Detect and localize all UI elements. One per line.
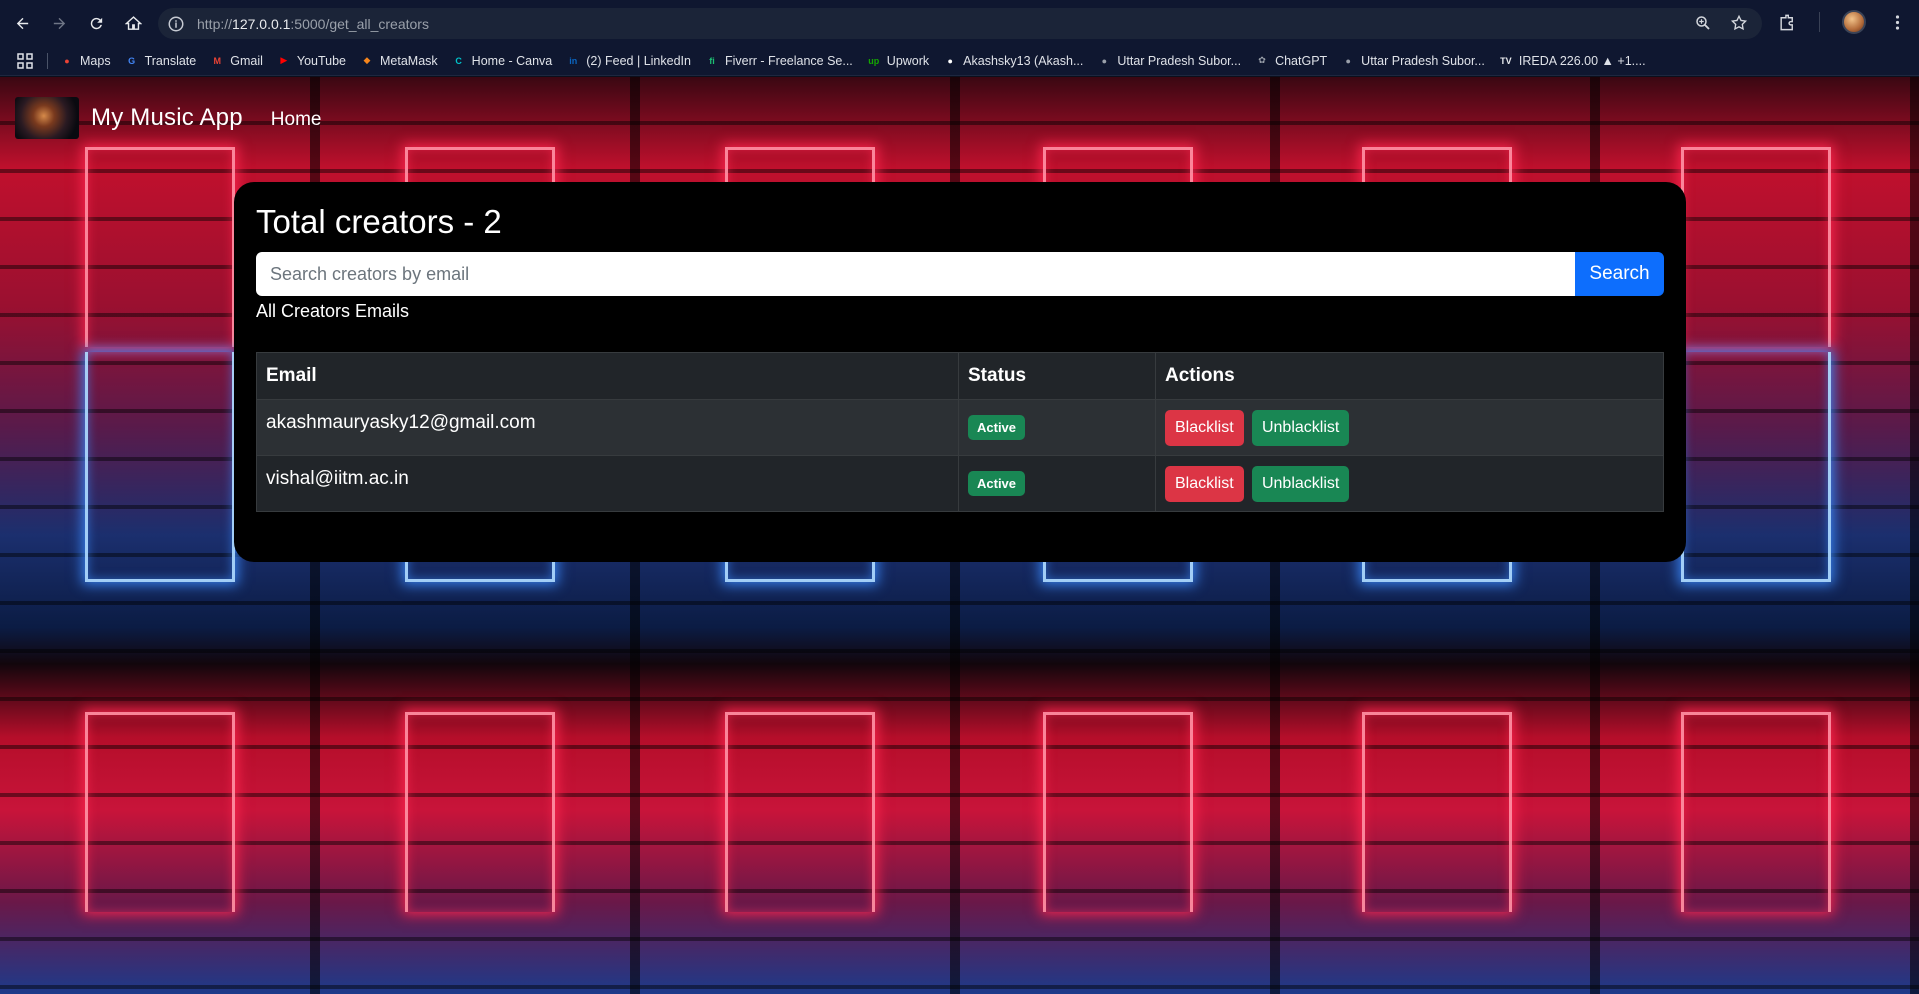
- bookmark-item[interactable]: M Gmail: [210, 53, 263, 68]
- zoom-icon[interactable]: [1694, 14, 1712, 32]
- bookmark-favicon-icon: fi: [709, 55, 715, 66]
- page-background: My Music App Home Total creators - 2 Sea…: [0, 77, 1919, 994]
- bookmark-favicon-icon: M: [213, 55, 221, 66]
- bookmark-label: Upwork: [886, 53, 930, 68]
- bookmark-label: ChatGPT: [1275, 53, 1328, 68]
- neon-decoration: [405, 712, 555, 912]
- bookmark-item[interactable]: ● Uttar Pradesh Subor...: [1097, 54, 1241, 68]
- bookmark-item[interactable]: up Upwork: [867, 54, 929, 68]
- bookmark-item[interactable]: C Home - Canva: [452, 53, 553, 68]
- table-row: vishal@iitm.ac.in Active Blacklist Unbla…: [256, 455, 1664, 512]
- blacklist-button[interactable]: Blacklist: [1165, 465, 1244, 502]
- site-info-icon[interactable]: [167, 15, 185, 33]
- actions-cell: Blacklist Unblacklist: [1155, 455, 1664, 512]
- status-cell: Active: [958, 399, 1156, 456]
- creators-table: Email Status Actions akashmauryasky12@gm…: [256, 352, 1664, 512]
- bookmark-favicon-icon: in: [569, 55, 578, 66]
- bookmark-label: Fiverr - Freelance Se...: [724, 53, 853, 68]
- neon-decoration: [85, 712, 235, 912]
- menu-kebab-icon[interactable]: [1888, 13, 1907, 32]
- url-text: http://127.0.0.1:5000/get_all_creators: [197, 15, 429, 32]
- bookmark-item[interactable]: ● Uttar Pradesh Subor...: [1341, 53, 1485, 68]
- home-icon[interactable]: [118, 8, 148, 38]
- neon-decoration: [85, 352, 235, 582]
- address-bar[interactable]: http://127.0.0.1:5000/get_all_creators: [158, 8, 1762, 39]
- forward-icon[interactable]: [44, 8, 74, 38]
- table-header-row: Email Status Actions: [256, 352, 1664, 400]
- back-icon[interactable]: [7, 8, 37, 38]
- neon-decoration: [85, 147, 235, 347]
- section-subtitle: All Creators Emails: [256, 301, 410, 321]
- bookmark-label: Translate: [144, 53, 197, 68]
- bookmark-item[interactable]: ● Maps: [60, 53, 111, 68]
- reload-icon[interactable]: [81, 8, 111, 38]
- apps-grid-icon[interactable]: [17, 52, 33, 69]
- bookmark-item[interactable]: in (2) Feed | LinkedIn: [566, 54, 691, 68]
- bookmark-favicon-icon: TV: [1500, 55, 1512, 66]
- bookmark-item[interactable]: ▶ YouTube: [277, 54, 346, 68]
- neon-decoration: [1681, 147, 1831, 347]
- status-badge: Active: [968, 415, 1026, 440]
- bookmarks-bar: ● Maps G Translate M Gmail ▶ YouTube ◆ MetaMask C H…: [0, 46, 1919, 76]
- neon-decoration: [1043, 712, 1193, 912]
- status-cell: Active: [958, 455, 1156, 512]
- bookmark-favicon-icon: ▶: [280, 55, 288, 65]
- bookmark-label: MetaMask: [380, 53, 438, 68]
- table-row: akashmauryasky12@gmail.com Active Blackl…: [256, 399, 1664, 456]
- bookmark-label: Uttar Pradesh Subor...: [1361, 53, 1485, 68]
- bookmark-item[interactable]: ✿ ChatGPT: [1255, 54, 1327, 68]
- extensions-icon[interactable]: [1778, 13, 1797, 32]
- search-form: Search: [256, 252, 1664, 296]
- page-title: Total creators - 2: [256, 203, 502, 240]
- bookmark-item[interactable]: fi Fiverr - Freelance Se...: [705, 54, 853, 68]
- bookmark-label: IREDA 226.00 ▲ +1....: [1518, 53, 1646, 68]
- actions-cell: Blacklist Unblacklist: [1155, 399, 1664, 456]
- bookmark-item[interactable]: TV IREDA 226.00 ▲ +1....: [1499, 53, 1646, 68]
- bookmark-favicon-icon: G: [128, 55, 136, 66]
- creator-email: vishal@iitm.ac.in: [256, 455, 959, 512]
- app-navbar: My Music App Home: [15, 97, 321, 139]
- bookmark-favicon-icon: ●: [64, 55, 70, 66]
- bookmark-star-icon[interactable]: [1730, 14, 1748, 32]
- bookmark-item[interactable]: ◆ MetaMask: [360, 54, 438, 68]
- neon-decoration: [1362, 712, 1512, 912]
- app-logo[interactable]: [15, 97, 79, 139]
- neon-decoration: [725, 712, 875, 912]
- bookmark-label: Home - Canva: [471, 53, 553, 68]
- creator-email: akashmauryasky12@gmail.com: [256, 399, 959, 456]
- nav-home-link[interactable]: Home: [271, 109, 322, 131]
- blacklist-button[interactable]: Blacklist: [1165, 409, 1244, 446]
- bookmark-favicon-icon: C: [455, 55, 462, 66]
- bookmark-item[interactable]: ● Akashsky13 (Akash...: [943, 54, 1083, 68]
- bookmark-label: (2) Feed | LinkedIn: [586, 53, 691, 68]
- bookmark-favicon-icon: ●: [1345, 55, 1351, 66]
- column-header-email: Email: [256, 352, 959, 400]
- bookmark-item[interactable]: G Translate: [125, 53, 197, 68]
- bookmark-favicon-icon: ●: [1101, 55, 1108, 66]
- column-header-status: Status: [958, 352, 1156, 400]
- bookmark-favicon-icon: up: [868, 55, 880, 66]
- toolbar-separator: [1819, 12, 1820, 32]
- creators-card: Total creators - 2 Search All Creators E…: [234, 182, 1686, 562]
- bookmark-label: YouTube: [296, 53, 347, 68]
- browser-toolbar: http://127.0.0.1:5000/get_all_creators: [0, 0, 1919, 46]
- unblacklist-button[interactable]: Unblacklist: [1251, 409, 1350, 446]
- search-input[interactable]: [256, 252, 1575, 296]
- column-header-actions: Actions: [1155, 352, 1664, 400]
- bookmark-favicon-icon: ◆: [363, 55, 371, 65]
- profile-avatar[interactable]: [1842, 10, 1866, 34]
- neon-decoration: [1681, 712, 1831, 912]
- bookmark-label: Gmail: [230, 53, 263, 68]
- bookmark-label: Maps: [80, 53, 111, 68]
- app-brand[interactable]: My Music App: [91, 104, 243, 132]
- bookmark-label: Akashsky13 (Akash...: [963, 53, 1084, 68]
- status-badge: Active: [968, 471, 1026, 496]
- bookmark-favicon-icon: ✿: [1258, 55, 1266, 65]
- search-button[interactable]: Search: [1575, 252, 1664, 296]
- bookmark-favicon-icon: ●: [947, 55, 953, 66]
- neon-decoration: [1681, 352, 1831, 582]
- bookmark-label: Uttar Pradesh Subor...: [1117, 53, 1242, 68]
- unblacklist-button[interactable]: Unblacklist: [1251, 465, 1350, 502]
- bookmarks-divider: [47, 52, 48, 69]
